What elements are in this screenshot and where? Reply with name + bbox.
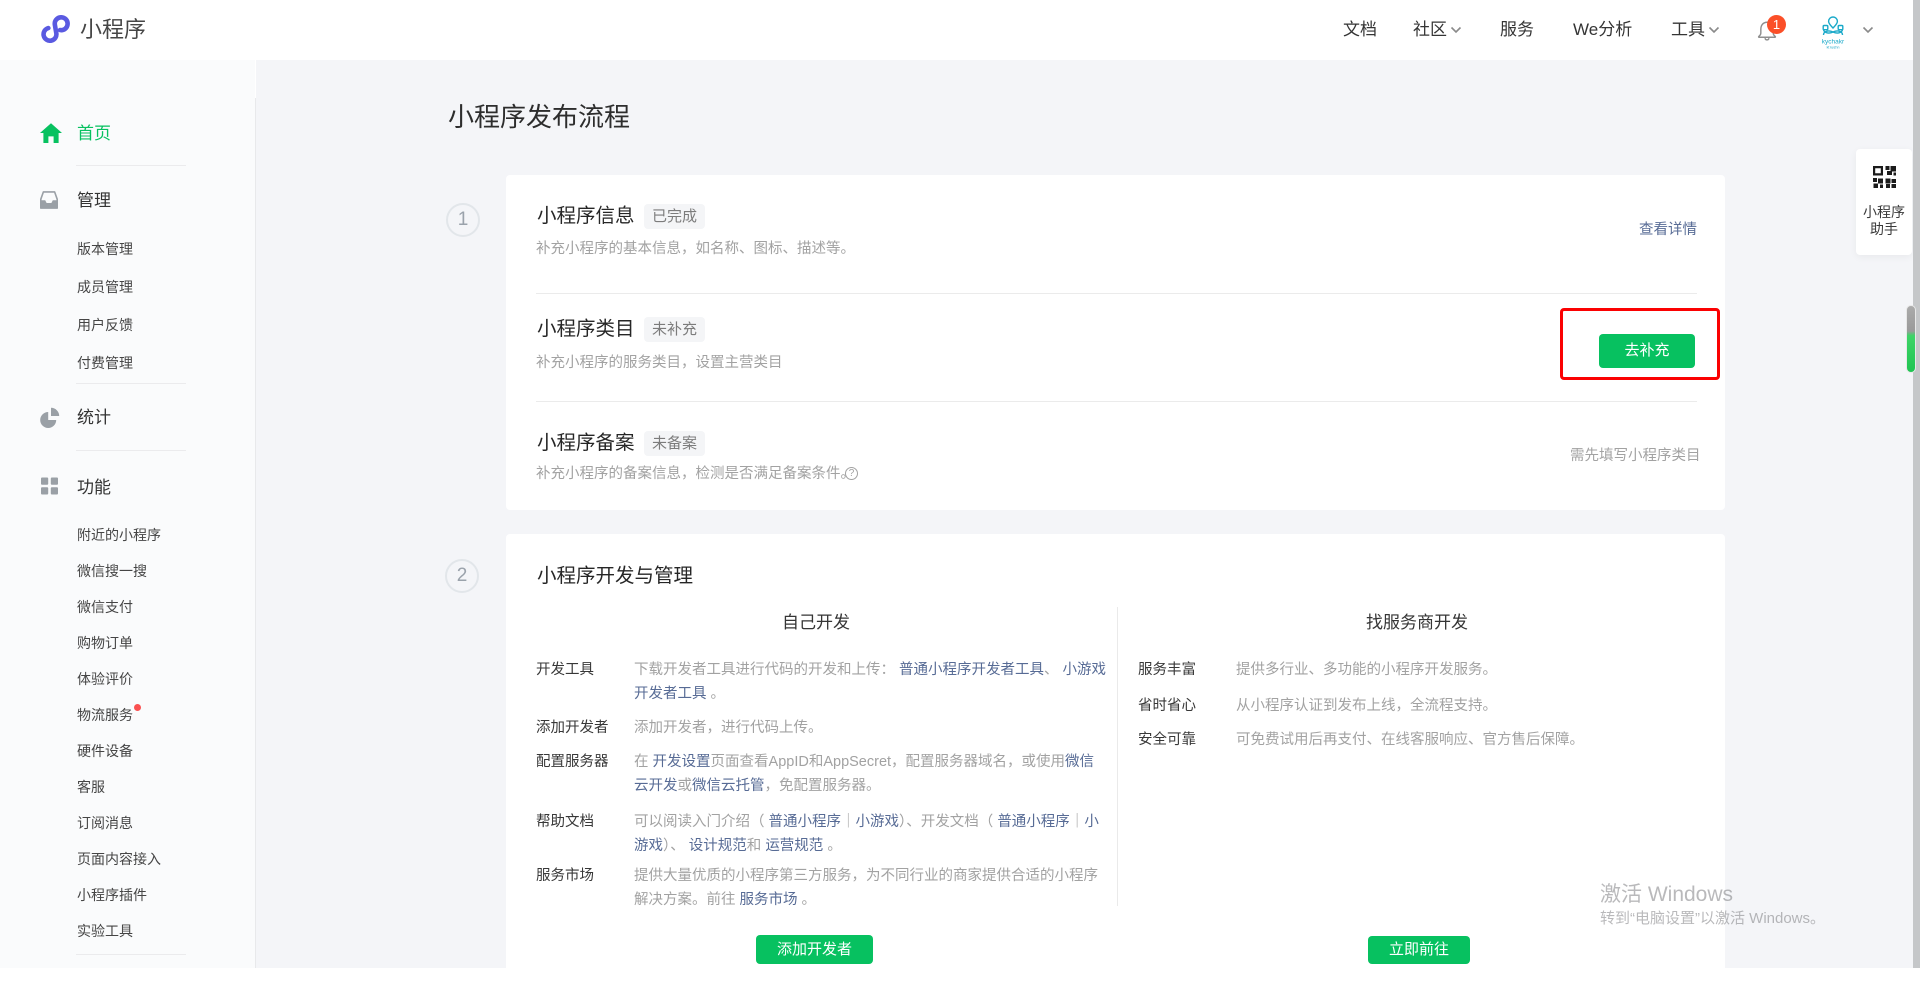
svg-text:kt kyzhn: kt kyzhn [1827, 46, 1840, 50]
svg-text:kychakr: kychakr [1822, 39, 1845, 46]
